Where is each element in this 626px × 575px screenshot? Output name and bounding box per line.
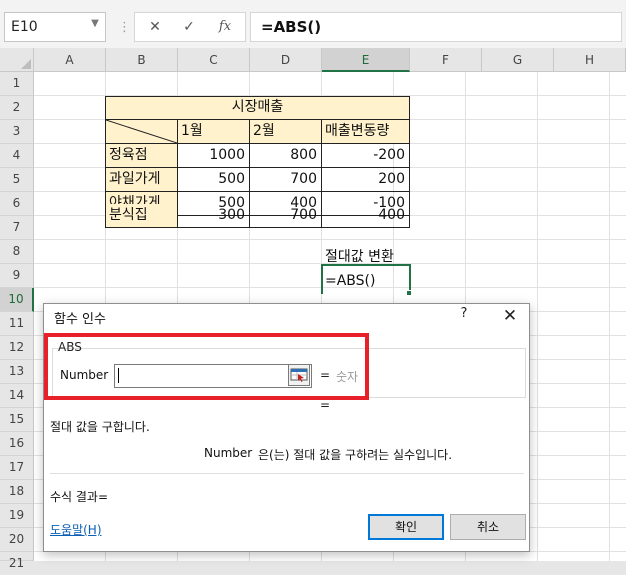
row-header-19[interactable]: 19 [0,504,34,528]
more-icon: ⋮ [118,20,131,35]
table-title-cell[interactable]: 시장매출 [106,96,410,120]
function-description: 절대 값을 구합니다. [50,420,150,434]
chevron-down-icon[interactable]: ▼ [88,18,102,32]
function-arguments-dialog: 함수 인수 ? ✕ ABS Number = 숫자 = 절대 값을 구합니다. … [43,303,530,552]
column-header-b[interactable]: B [106,48,178,72]
function-name: ABS [58,340,82,354]
formula-buttons: ✕ ✓ fx [134,12,246,42]
jan-value-cell[interactable]: 300 [178,204,250,228]
row-header-2[interactable]: 2 [0,96,34,120]
feb-value-cell[interactable]: 700 [250,168,322,192]
formula-result: 수식 결과= [50,490,109,504]
fill-handle[interactable] [406,290,412,296]
row-header-8[interactable]: 8 [0,240,34,264]
row-header-16[interactable]: 16 [0,432,34,456]
column-header-c[interactable]: C [178,48,250,72]
row-header-5[interactable]: 5 [0,168,34,192]
feb-value-cell[interactable]: 800 [250,144,322,168]
help-icon[interactable]: ? [456,306,472,326]
argument-description-name: Number [204,446,253,460]
row-header-3[interactable]: 3 [0,120,34,144]
row-header-9[interactable]: 9 [0,264,34,288]
row-name-cell[interactable]: 분식집 [106,204,178,228]
row-header-1[interactable]: 1 [0,72,34,96]
row-name-cell[interactable]: 정육점 [106,144,178,168]
row-header-6[interactable]: 6 [0,192,34,216]
close-icon[interactable]: ✕ [496,304,524,328]
row-header-13[interactable]: 13 [0,360,34,384]
column-header-h[interactable]: H [554,48,626,72]
row-header-7[interactable]: 7 [0,216,34,240]
select-all-corner[interactable] [0,48,34,72]
jan-value-cell[interactable]: 1000 [178,144,250,168]
argument-type-hint: 숫자 [336,370,359,384]
argument-description: 은(는) 절대 값을 구하려는 실수입니다. [258,448,453,462]
e10-cell[interactable]: =ABS() [322,270,410,294]
table-header-cell[interactable]: 매출변동량 [322,120,410,144]
formula-input[interactable]: =ABS() [250,12,622,42]
change-value-cell[interactable]: 200 [322,168,410,192]
cancel-icon[interactable]: ✕ [141,15,169,39]
row-header-12[interactable]: 12 [0,336,34,360]
function-value-equals: = [320,398,331,412]
feb-value-cell[interactable]: 700 [250,204,322,228]
divider [50,473,524,474]
column-header-e[interactable]: E [322,48,410,72]
insert-function-icon[interactable]: fx [211,15,239,39]
column-header-a[interactable]: A [34,48,106,72]
text-caret [118,368,119,383]
dialog-title: 함수 인수 [54,312,106,327]
diagonal-line [106,120,177,143]
column-header-g[interactable]: G [482,48,554,72]
row-header-10[interactable]: 10 [0,288,34,312]
row-header-15[interactable]: 15 [0,408,34,432]
column-header-d[interactable]: D [250,48,322,72]
column-header-f[interactable]: F [410,48,482,72]
change-value-cell[interactable]: -200 [322,144,410,168]
row-header-17[interactable]: 17 [0,456,34,480]
change-value-cell[interactable]: 400 [322,204,410,228]
range-select-icon [290,368,308,382]
cancel-button[interactable]: 취소 [450,514,526,540]
e9-cell[interactable]: 절대값 변환 [322,246,414,270]
row-name-cell[interactable]: 과일가게 [106,168,178,192]
row-header-21[interactable]: 21 [0,552,34,570]
collapse-dialog-button[interactable] [288,364,310,386]
help-link[interactable]: 도움말(H) [50,521,102,538]
table-corner-cell[interactable] [106,120,178,144]
row-header-4[interactable]: 4 [0,144,34,168]
row-header-14[interactable]: 14 [0,384,34,408]
number-input[interactable] [114,364,312,388]
ok-button[interactable]: 확인 [368,514,444,540]
table-header-cell[interactable]: 1월 [178,120,250,144]
table-header-cell[interactable]: 2월 [250,120,322,144]
argument-equals: = [320,368,331,382]
row-header-11[interactable]: 11 [0,312,34,336]
row-header-18[interactable]: 18 [0,480,34,504]
row-header-20[interactable]: 20 [0,528,34,552]
argument-label: Number [60,368,109,382]
jan-value-cell[interactable]: 500 [178,168,250,192]
enter-icon[interactable]: ✓ [175,15,203,39]
